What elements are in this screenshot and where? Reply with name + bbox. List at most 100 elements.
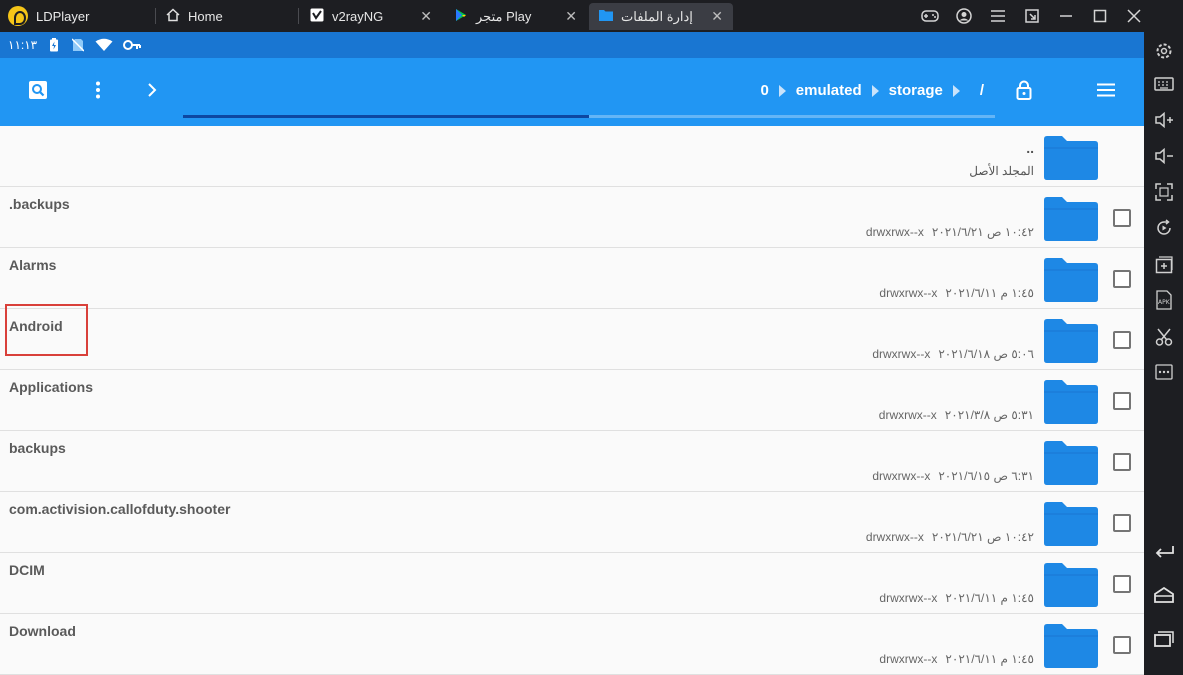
settings-icon [1154, 41, 1174, 66]
folder-name: DCIM [9, 562, 45, 578]
select-checkbox[interactable] [1113, 270, 1131, 288]
volume-down-button[interactable] [1153, 147, 1175, 169]
select-checkbox[interactable] [1113, 209, 1131, 227]
menu-icon[interactable] [989, 7, 1007, 25]
close-icon[interactable]: ✕ [565, 9, 577, 23]
window-controls [921, 0, 1143, 32]
list-item[interactable]: .backups drwxrwx--x ١٠:٤٢ ص ٢٠٢١/٦/٢١ [0, 187, 1144, 248]
emulator-titlebar: LDPlayer Home v2rayNG ✕ متجر Play ✕ إدار… [0, 0, 1183, 32]
list-item[interactable]: Alarms drwxrwx--x ١:٤٥ م ٢٠٢١/٦/١١ [0, 248, 1144, 309]
vpn-key-icon [123, 38, 142, 52]
add-window-button[interactable] [1153, 255, 1175, 279]
folder-icon [1044, 197, 1098, 241]
folder-icon [1044, 624, 1098, 668]
breadcrumb-item[interactable]: emulated [796, 82, 862, 99]
tab-file-manager[interactable]: إدارة الملفات ✕ [589, 3, 733, 30]
clock: ١١:١٣ [8, 38, 38, 52]
fullscreen-button[interactable] [1153, 182, 1175, 206]
parent-folder-row[interactable]: .. المجلد الأصل [0, 126, 1144, 187]
back-button[interactable] [1153, 542, 1175, 564]
fullscreen-icon [1155, 182, 1173, 206]
scissors-button[interactable] [1153, 328, 1175, 350]
apk-install-button[interactable]: APK [1153, 289, 1175, 313]
list-item[interactable]: backups drwxrwx--x ٦:٣١ ص ٢٠٢١/٦/١٥ [0, 431, 1144, 492]
folder-icon [1044, 563, 1098, 607]
list-item[interactable]: DCIM drwxrwx--x ١:٤٥ م ٢٠٢١/٦/١١ [0, 553, 1144, 614]
add-window-icon [1155, 255, 1173, 279]
select-checkbox[interactable] [1113, 392, 1131, 410]
folder-meta: drwxrwx--x ١:٤٥ م ٢٠٢١/٦/١١ [879, 591, 1034, 605]
folder-icon [1044, 380, 1098, 424]
maximize-icon[interactable] [1091, 7, 1109, 25]
select-checkbox[interactable] [1113, 514, 1131, 532]
folder-name: .backups [9, 196, 70, 212]
select-checkbox[interactable] [1113, 636, 1131, 654]
tab-label: v2rayNG [332, 9, 384, 24]
app-brand: LDPlayer [8, 0, 89, 32]
file-list: .. المجلد الأصل .backups drwxrwx--x ١٠:٤٢… [0, 126, 1144, 675]
tab-play-store[interactable]: متجر Play ✕ [444, 3, 587, 30]
minimize-icon[interactable] [1057, 7, 1075, 25]
list-item[interactable]: com.activision.callofduty.shooter drwxrw… [0, 492, 1144, 553]
select-checkbox[interactable] [1113, 331, 1131, 349]
settings-button[interactable] [1153, 42, 1175, 64]
folder-icon [1044, 502, 1098, 546]
parent-folder-label: المجلد الأصل [969, 164, 1034, 178]
tab-label: إدارة الملفات [621, 8, 693, 24]
list-item[interactable]: Applications drwxrwx--x ٥:٣١ ص ٢٠٢١/٣/٨ [0, 370, 1144, 431]
folder-name: com.activision.callofduty.shooter [9, 501, 231, 517]
android-status-bar: ١١:١٣ [0, 32, 1144, 58]
rotate-button[interactable] [1153, 218, 1175, 241]
folder-perms: drwxrwx--x [879, 591, 938, 605]
overflow-menu-button[interactable] [84, 78, 112, 106]
search-icon [28, 80, 48, 105]
breadcrumb-item[interactable]: storage [889, 82, 943, 99]
svg-text:APK: APK [1158, 299, 1171, 306]
breadcrumb-item[interactable]: / [980, 82, 984, 99]
volume-up-button[interactable] [1153, 111, 1175, 133]
more-button[interactable] [1153, 363, 1175, 385]
tab-home[interactable]: Home [156, 3, 296, 30]
progress-fill [183, 115, 589, 118]
tab-v2rayng[interactable]: v2rayNG ✕ [300, 3, 442, 30]
drawer-menu-button[interactable] [1092, 78, 1120, 106]
folder-date: ٥:٠٦ ص ٢٠٢١/٦/١٨ [938, 347, 1034, 361]
forward-button[interactable] [138, 78, 166, 106]
home-button[interactable] [1153, 586, 1175, 608]
close-icon[interactable] [1125, 7, 1143, 25]
recents-button[interactable] [1153, 630, 1175, 652]
search-button[interactable] [24, 78, 52, 106]
folder-perms: drwxrwx--x [872, 469, 931, 483]
recents-icon [1154, 630, 1174, 652]
list-item[interactable]: Download drwxrwx--x ١:٤٥ م ٢٠٢١/٦/١١ [0, 614, 1144, 675]
folder-icon [1044, 136, 1098, 180]
breadcrumb-item[interactable]: 0 [760, 82, 768, 99]
folder-name: Alarms [9, 257, 57, 273]
keyboard-button[interactable] [1153, 75, 1175, 97]
account-icon[interactable] [955, 7, 973, 25]
chevron-right-icon [871, 84, 879, 97]
tab-separator [298, 8, 299, 24]
hamburger-icon [1097, 83, 1115, 102]
close-icon[interactable]: ✕ [420, 9, 432, 23]
folder-date: ١٠:٤٢ ص ٢٠٢١/٦/٢١ [931, 530, 1034, 544]
folder-icon [1044, 319, 1098, 363]
select-checkbox[interactable] [1113, 575, 1131, 593]
folder-meta: drwxrwx--x ٦:٣١ ص ٢٠٢١/٦/١٥ [872, 469, 1034, 483]
list-item[interactable]: Android drwxrwx--x ٥:٠٦ ص ٢٠٢١/٦/١٨ [0, 309, 1144, 370]
folder-date: ١:٤٥ م ٢٠٢١/٦/١١ [945, 591, 1034, 605]
scissors-icon [1155, 328, 1173, 351]
home-icon [1154, 586, 1174, 608]
popout-icon[interactable] [1023, 7, 1041, 25]
home-icon [166, 8, 180, 25]
folder-icon [1044, 258, 1098, 302]
lock-button[interactable] [1010, 78, 1038, 106]
emulator-sidebar: APK [1144, 32, 1183, 675]
folder-meta: drwxrwx--x ١٠:٤٢ ص ٢٠٢١/٦/٢١ [866, 225, 1034, 239]
select-checkbox[interactable] [1113, 453, 1131, 471]
gamepad-icon[interactable] [921, 7, 939, 25]
volume-up-icon [1154, 111, 1174, 133]
v2rayng-icon [310, 8, 324, 25]
folder-meta: drwxrwx--x ١٠:٤٢ ص ٢٠٢١/٦/٢١ [866, 530, 1034, 544]
close-icon[interactable]: ✕ [711, 9, 723, 23]
